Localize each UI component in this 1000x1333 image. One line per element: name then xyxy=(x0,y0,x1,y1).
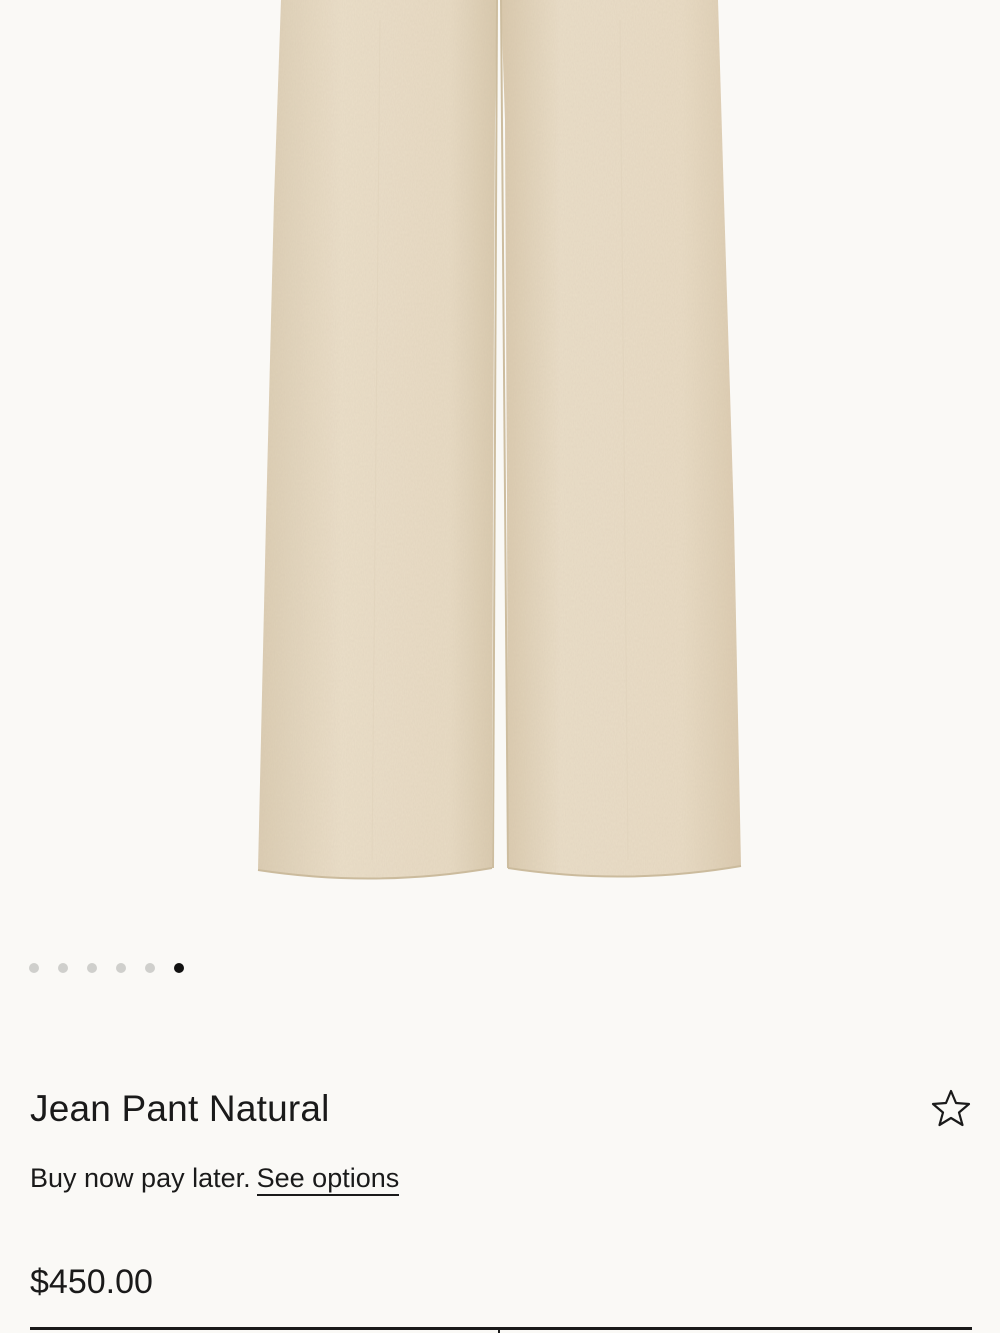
product-title: Jean Pant Natural xyxy=(30,1088,330,1129)
see-options-link[interactable]: See options xyxy=(256,1163,400,1196)
carousel-dot[interactable] xyxy=(87,963,97,973)
carousel-dot[interactable] xyxy=(116,963,126,973)
product-image xyxy=(257,0,742,880)
carousel-dot-active[interactable] xyxy=(174,963,184,973)
buy-now-pay-later: Buy now pay later. See options xyxy=(30,1160,400,1196)
carousel-dot[interactable] xyxy=(145,963,155,973)
product-image-gallery[interactable] xyxy=(0,0,1000,940)
carousel-pagination xyxy=(29,963,184,973)
carousel-dot[interactable] xyxy=(29,963,39,973)
divider-tick xyxy=(498,1327,500,1333)
product-price: $450.00 xyxy=(30,1263,153,1301)
divider xyxy=(30,1327,972,1330)
carousel-dot[interactable] xyxy=(58,963,68,973)
star-outline-icon[interactable] xyxy=(930,1088,972,1128)
bnpl-text: Buy now pay later. xyxy=(30,1163,251,1193)
